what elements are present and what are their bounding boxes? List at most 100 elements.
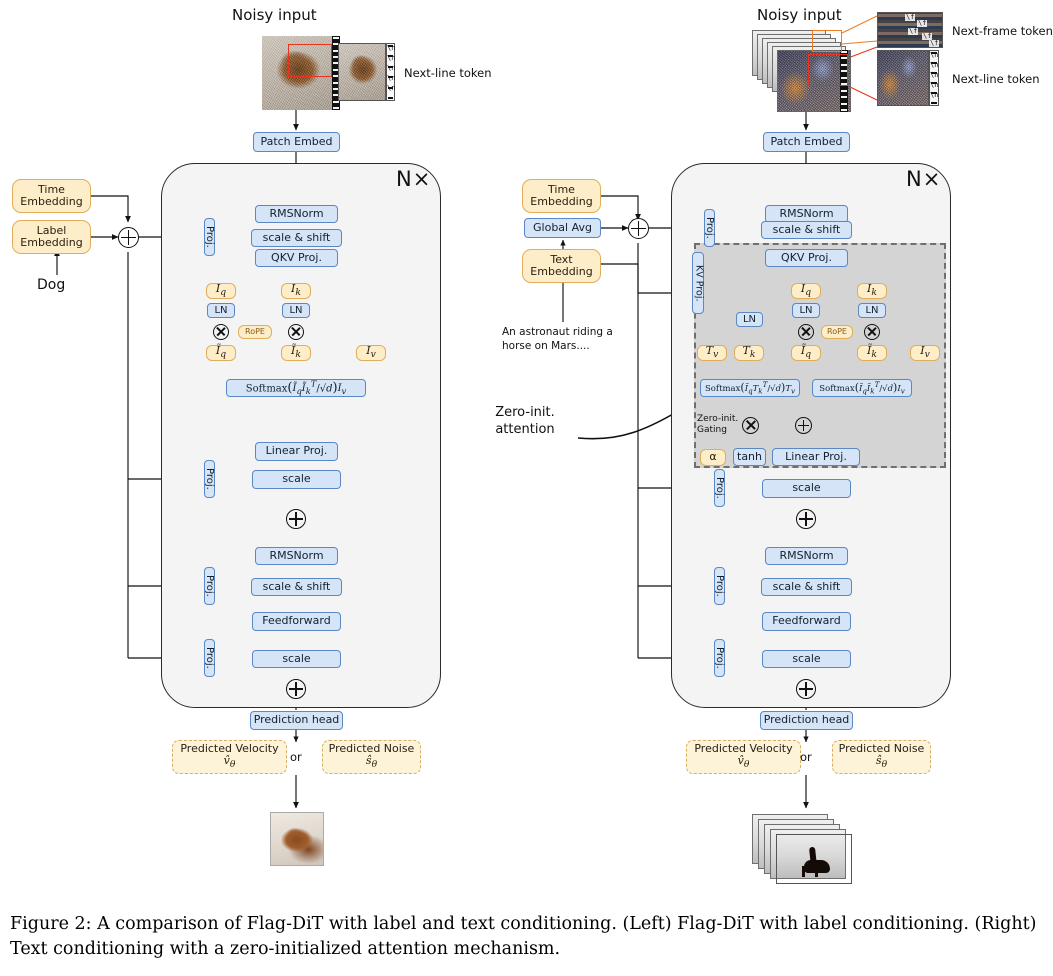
right-newline-glyph-1: \n bbox=[930, 51, 939, 59]
right-or-label: or bbox=[800, 750, 812, 764]
right-rope-mul-k bbox=[864, 324, 880, 340]
left-proj-2[interactable]: Proj. bbox=[204, 460, 215, 498]
left-label-embedding-block[interactable]: Label Embedding bbox=[12, 220, 91, 254]
right-qkv-proj[interactable]: QKV Proj. bbox=[765, 249, 848, 267]
right-token-ik: Ik bbox=[857, 282, 887, 299]
right-proj-3[interactable]: Proj. bbox=[714, 567, 725, 605]
right-time-embedding-block[interactable]: Time Embedding bbox=[522, 179, 601, 213]
left-class-prompt: Dog bbox=[37, 277, 66, 293]
left-qkv-proj[interactable]: QKV Proj. bbox=[255, 249, 338, 267]
left-token-iq-tilde: Ĩq bbox=[206, 344, 236, 361]
left-rope-block: RoPE bbox=[238, 325, 272, 339]
right-global-avg-block[interactable]: Global Avg bbox=[524, 218, 601, 238]
left-token-ik-tilde: Ĩk bbox=[281, 344, 311, 361]
right-proj-1[interactable]: Proj. bbox=[704, 209, 715, 247]
right-proj-2[interactable]: Proj. bbox=[714, 469, 725, 507]
left-predicted-noise-block: Predicted Noise ŝθ bbox=[322, 740, 421, 774]
right-newline-glyph-4: \n bbox=[930, 81, 939, 89]
right-rmsnorm-2[interactable]: RMSNorm bbox=[765, 547, 848, 565]
right-predicted-velocity-symbol: v̂θ bbox=[737, 754, 750, 771]
right-softmax-cross-block: Softmax(ĨqTkT/√d)Tv bbox=[700, 379, 800, 397]
left-time-embedding-line2: Embedding bbox=[20, 195, 83, 208]
left-proj-1[interactable]: Proj. bbox=[204, 218, 215, 256]
right-linear-proj[interactable]: Linear Proj. bbox=[772, 448, 860, 466]
left-newline-glyph-4: \n bbox=[387, 74, 396, 82]
left-proj-4[interactable]: Proj. bbox=[204, 639, 215, 677]
left-prediction-head[interactable]: Prediction head bbox=[250, 711, 343, 730]
right-next-line-token-label: Next-line token bbox=[952, 72, 1040, 86]
left-token-iq: Iq bbox=[206, 282, 236, 299]
right-time-embedding-line2: Embedding bbox=[530, 195, 593, 208]
right-prediction-head[interactable]: Prediction head bbox=[760, 711, 853, 730]
right-feedforward[interactable]: Feedforward bbox=[762, 612, 851, 631]
left-newline-glyph-1: \n bbox=[387, 44, 396, 52]
left-rmsnorm-1[interactable]: RMSNorm bbox=[255, 205, 338, 223]
right-line-crop-zoom bbox=[877, 50, 929, 106]
right-text-prompt: An astronaut riding a horse on Mars.... bbox=[502, 325, 628, 353]
right-residual-add-2 bbox=[796, 679, 816, 699]
left-newline-glyph-3: \n bbox=[387, 64, 396, 72]
right-text-prompt-line2: horse on Mars.... bbox=[502, 340, 590, 353]
right-frame-glyph-5: \f bbox=[929, 39, 940, 47]
left-ln-q[interactable]: LN bbox=[207, 303, 235, 318]
right-scale-2[interactable]: scale bbox=[762, 650, 851, 668]
right-ln-text[interactable]: LN bbox=[736, 312, 763, 327]
right-scale-shift-1[interactable]: scale & shift bbox=[761, 221, 852, 239]
left-proj-3[interactable]: Proj. bbox=[204, 567, 215, 605]
left-scale-2[interactable]: scale bbox=[252, 650, 341, 668]
tanh-block[interactable]: tanh bbox=[733, 448, 766, 466]
left-condition-sum-operator bbox=[118, 227, 139, 248]
left-feedforward[interactable]: Feedforward bbox=[252, 612, 341, 631]
right-frame-glyph-3: \f bbox=[908, 27, 919, 35]
right-output-frames bbox=[752, 810, 872, 884]
right-proj-4[interactable]: Proj. bbox=[714, 639, 725, 677]
right-newline-glyph-3: \n bbox=[930, 71, 939, 79]
left-linear-proj[interactable]: Linear Proj. bbox=[255, 442, 338, 461]
right-predicted-velocity-block: Predicted Velocity v̂θ bbox=[686, 740, 801, 774]
right-patch-embed-block[interactable]: Patch Embed bbox=[763, 132, 850, 152]
left-ln-k[interactable]: LN bbox=[282, 303, 310, 318]
zero-init-annotation-line2: attention bbox=[495, 421, 555, 437]
left-rmsnorm-2[interactable]: RMSNorm bbox=[255, 547, 338, 565]
right-newline-glyph-2: \n bbox=[930, 61, 939, 69]
left-residual-add-1 bbox=[286, 509, 306, 529]
right-residual-add-1 bbox=[796, 509, 816, 529]
right-ln-q[interactable]: LN bbox=[792, 303, 820, 318]
left-crop-region bbox=[288, 44, 332, 77]
right-softmax-self-block: Softmax(ĨqĨkT/√d)Iv bbox=[812, 379, 912, 397]
right-frame-glyph-2: \f bbox=[917, 19, 928, 27]
right-ln-k[interactable]: LN bbox=[858, 303, 886, 318]
left-scale-shift-1[interactable]: scale & shift bbox=[251, 229, 342, 247]
left-token-iv: Iv bbox=[356, 344, 386, 361]
left-next-line-token-label: Next-line token bbox=[404, 66, 492, 80]
right-frame-crop-region bbox=[812, 30, 842, 52]
left-predicted-velocity-symbol: v̂θ bbox=[223, 754, 236, 771]
right-scale-1[interactable]: scale bbox=[762, 479, 851, 498]
left-newline-glyph-5: \n bbox=[387, 84, 396, 92]
zero-init-attention-annotation: Zero-init. attention bbox=[475, 405, 575, 439]
right-kv-proj[interactable]: KV Proj. bbox=[692, 252, 704, 314]
left-scale-1[interactable]: scale bbox=[252, 470, 341, 489]
right-scale-shift-2[interactable]: scale & shift bbox=[761, 578, 852, 596]
left-or-label: or bbox=[290, 750, 302, 764]
left-label-embedding-line2: Embedding bbox=[20, 236, 83, 249]
right-text-embedding-block[interactable]: Text Embedding bbox=[522, 249, 601, 283]
right-token-tv: Tv bbox=[697, 344, 727, 361]
left-patch-embed-block[interactable]: Patch Embed bbox=[253, 132, 340, 152]
left-output-image bbox=[270, 812, 324, 866]
right-rope-mul-q bbox=[798, 324, 814, 340]
right-next-frame-token-label: Next-frame token bbox=[952, 24, 1053, 38]
left-predicted-velocity-block: Predicted Velocity v̂θ bbox=[172, 740, 287, 774]
zero-init-gating-line2: Gating bbox=[697, 425, 727, 436]
left-scale-shift-2[interactable]: scale & shift bbox=[251, 578, 342, 596]
left-rope-mul-k bbox=[288, 324, 304, 340]
right-token-tk: Tk bbox=[734, 344, 764, 361]
left-time-embedding-block[interactable]: Time Embedding bbox=[12, 179, 91, 213]
right-attention-add bbox=[795, 417, 812, 434]
right-newline-glyph-5: \n bbox=[930, 91, 939, 99]
right-rope-block: RoPE bbox=[821, 325, 853, 339]
left-predicted-noise-symbol: ŝθ bbox=[365, 754, 378, 771]
right-text-embedding-line2: Embedding bbox=[530, 265, 593, 278]
zero-init-annotation-line1: Zero-init. bbox=[495, 405, 555, 420]
right-text-prompt-line1: An astronaut riding a bbox=[502, 326, 613, 338]
